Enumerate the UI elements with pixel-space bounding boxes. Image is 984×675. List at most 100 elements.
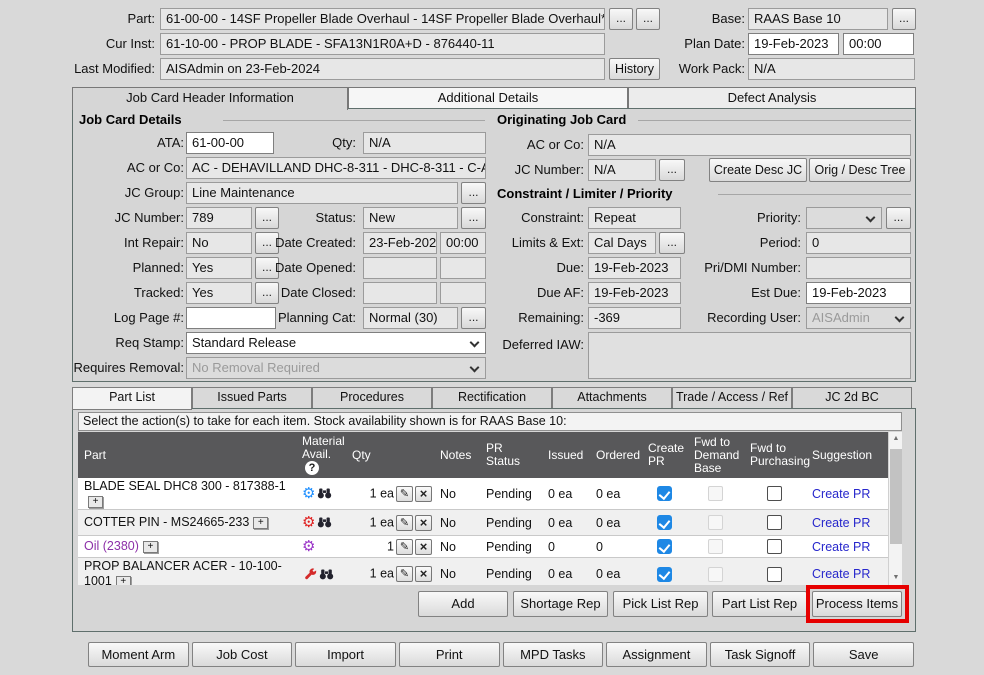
fwd-purchasing-checkbox[interactable]	[767, 567, 782, 582]
plan-time-field[interactable]: 00:00	[843, 33, 914, 55]
add-button[interactable]: Add	[418, 591, 508, 617]
tab-jc-2d-bc[interactable]: JC 2d BC	[792, 387, 912, 409]
tab-trade-access-ref[interactable]: Trade / Access / Ref	[672, 387, 792, 409]
history-button[interactable]: History	[609, 58, 660, 80]
part-browse-button[interactable]: ...	[609, 8, 633, 30]
qty-value: 1 ea	[370, 515, 394, 529]
plan-date-field[interactable]: 19-Feb-2023	[748, 33, 839, 55]
tab-issued-parts[interactable]: Issued Parts	[192, 387, 312, 409]
suggestion-link[interactable]: Create PR	[812, 540, 870, 554]
fwd-purchasing-checkbox[interactable]	[767, 515, 782, 530]
ac-or-co-field: AC - DEHAVILLAND DHC-8-311 - DHC-8-311 -…	[186, 157, 486, 179]
suggestion-link[interactable]: Create PR	[812, 487, 870, 501]
delete-icon[interactable]	[415, 566, 432, 582]
cur-inst-field: 61-10-00 - PROP BLADE - SFA13N1R0A+D - 8…	[160, 33, 605, 55]
pick-list-rep-button[interactable]: Pick List Rep	[613, 591, 708, 617]
expand-plus-icon[interactable]	[253, 517, 268, 529]
help-icon[interactable]: ?	[305, 461, 319, 475]
edit-icon[interactable]	[396, 486, 413, 502]
binoculars-icon[interactable]	[317, 488, 332, 499]
est-due-label: Est Due:	[673, 282, 801, 304]
scrollbar-thumb[interactable]	[890, 449, 902, 544]
planning-cat-field: Normal (30)	[363, 307, 458, 329]
fwd-purchasing-checkbox[interactable]	[767, 539, 782, 554]
table-scrollbar[interactable]	[888, 432, 902, 585]
binoculars-icon[interactable]	[317, 517, 332, 528]
scroll-down-icon[interactable]	[889, 571, 903, 585]
jc-group-label: JC Group:	[73, 182, 184, 204]
date-closed-date-field	[363, 282, 437, 304]
orig-jc-number-browse-button[interactable]: ...	[659, 159, 685, 181]
jc-group-field: Line Maintenance	[186, 182, 458, 204]
wrench-icon[interactable]	[304, 568, 317, 581]
gear-icon[interactable]	[302, 515, 315, 530]
suggestion-link[interactable]: Create PR	[812, 567, 870, 581]
edit-icon[interactable]	[396, 566, 413, 582]
import-button[interactable]: Import	[295, 642, 396, 667]
tab-part-list[interactable]: Part List	[72, 387, 192, 410]
orig-ac-or-co-field: N/A	[588, 134, 911, 156]
qty-value: 1	[387, 539, 394, 553]
create-pr-checkbox[interactable]	[657, 539, 672, 554]
delete-icon[interactable]	[415, 515, 432, 531]
expand-plus-icon[interactable]	[116, 576, 131, 585]
plan-date-label: Plan Date:	[660, 33, 745, 55]
deferred-iaw-textarea	[588, 332, 911, 379]
process-items-button[interactable]: Process Items	[812, 591, 902, 617]
req-stamp-select[interactable]: Standard Release	[186, 332, 486, 354]
due-af-field: 19-Feb-2023	[588, 282, 681, 304]
col-qty: Qty	[346, 432, 434, 478]
tab-defect-analysis[interactable]: Defect Analysis	[628, 87, 916, 109]
est-due-input[interactable]: 19-Feb-2023	[806, 282, 911, 304]
edit-icon[interactable]	[396, 539, 413, 555]
base-browse-button[interactable]: ...	[892, 8, 916, 30]
tab-additional-details[interactable]: Additional Details	[348, 87, 628, 109]
part-browse2-button[interactable]: ...	[636, 8, 660, 30]
gear-icon[interactable]	[302, 539, 315, 554]
create-pr-checkbox[interactable]	[657, 515, 672, 530]
moment-arm-button[interactable]: Moment Arm	[88, 642, 189, 667]
log-page-label: Log Page #:	[73, 307, 184, 329]
tab-attachments[interactable]: Attachments	[552, 387, 672, 409]
assignment-button[interactable]: Assignment	[606, 642, 707, 667]
col-suggestion: Suggestion	[806, 432, 886, 478]
expand-plus-icon[interactable]	[143, 541, 158, 553]
suggestion-link[interactable]: Create PR	[812, 516, 870, 530]
create-desc-jc-button[interactable]: Create Desc JC	[709, 158, 807, 182]
fwd-purchasing-checkbox[interactable]	[767, 486, 782, 501]
planned-field: Yes	[186, 257, 252, 279]
delete-icon[interactable]	[415, 539, 432, 555]
divider	[223, 120, 485, 121]
delete-icon[interactable]	[415, 486, 432, 502]
job-cost-button[interactable]: Job Cost	[192, 642, 293, 667]
mpd-tasks-button[interactable]: MPD Tasks	[503, 642, 604, 667]
binoculars-icon[interactable]	[319, 569, 334, 580]
cur-inst-label: Cur Inst:	[20, 33, 155, 55]
part-list-rep-button[interactable]: Part List Rep	[712, 591, 807, 617]
due-af-label: Due AF:	[453, 282, 584, 304]
ordered-value: 0 ea	[590, 486, 642, 502]
task-signoff-button[interactable]: Task Signoff	[710, 642, 811, 667]
save-button[interactable]: Save	[813, 642, 914, 667]
originating-job-card-title: Originating Job Card	[497, 112, 626, 127]
col-fwd-purchasing: Fwd to Purchasing	[744, 432, 806, 478]
tab-job-card-header-information[interactable]: Job Card Header Information	[72, 87, 348, 110]
priority-browse-button[interactable]: ...	[886, 207, 911, 229]
shortage-rep-button[interactable]: Shortage Rep	[513, 591, 608, 617]
orig-desc-tree-button[interactable]: Orig / Desc Tree	[809, 158, 911, 182]
print-button[interactable]: Print	[399, 642, 500, 667]
jc-number-label: JC Number:	[73, 207, 184, 229]
issued-value: 0 ea	[542, 515, 590, 531]
create-pr-checkbox[interactable]	[657, 567, 672, 582]
edit-icon[interactable]	[396, 515, 413, 531]
date-opened-label: Date Opened:	[253, 257, 356, 279]
jc-group-browse-button[interactable]: ...	[461, 182, 486, 204]
create-pr-checkbox[interactable]	[657, 486, 672, 501]
expand-plus-icon[interactable]	[88, 496, 103, 508]
tab-procedures[interactable]: Procedures	[312, 387, 432, 409]
scroll-up-icon[interactable]	[889, 432, 903, 446]
qty-value: 1 ea	[370, 566, 394, 580]
requires-removal-value: No Removal Required	[192, 360, 320, 375]
gear-icon[interactable]	[302, 486, 315, 501]
tab-rectification[interactable]: Rectification	[432, 387, 552, 409]
